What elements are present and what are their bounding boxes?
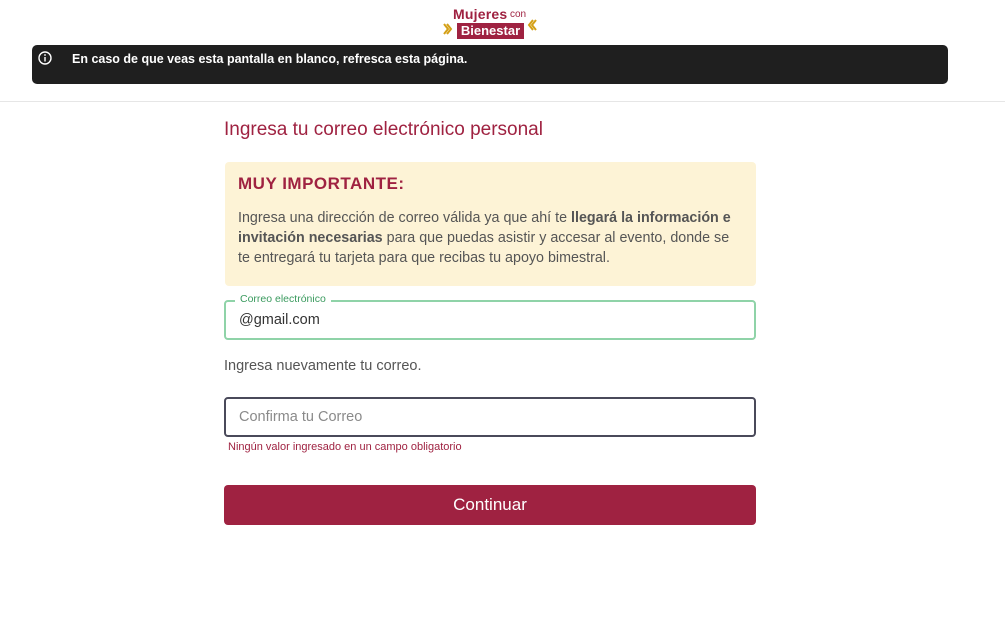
notice-body: Ingresa una dirección de correo válida y… — [238, 208, 743, 268]
banner-text: En caso de que veas esta pantalla en bla… — [72, 52, 468, 66]
logo-text-con: con — [510, 9, 527, 20]
confirm-email-field[interactable] — [224, 397, 756, 437]
email-field[interactable]: Correo electrónico — [224, 293, 756, 340]
logo-text-bienestar: Bienestar — [457, 23, 524, 39]
info-icon — [38, 51, 52, 65]
logo-right-mark-icon — [527, 19, 537, 31]
confirm-helper-text: Ingresa nuevamente tu correo. — [224, 358, 422, 374]
page-title: Ingresa tu correo electrónico personal — [224, 119, 543, 140]
notice-body-part1: Ingresa una dirección de correo válida y… — [238, 210, 572, 226]
mujeres-con-bienestar-logo[interactable]: Mujeres con Bienestar — [443, 6, 539, 40]
continue-button[interactable]: Continuar — [224, 485, 756, 525]
important-notice: MUY IMPORTANTE: Ingresa una dirección de… — [225, 162, 756, 286]
confirm-email-input[interactable] — [239, 399, 739, 435]
email-input[interactable] — [239, 302, 739, 338]
notice-title: MUY IMPORTANTE: — [238, 174, 405, 193]
refresh-notice-banner: En caso de que veas esta pantalla en bla… — [32, 45, 948, 84]
required-field-error: Ningún valor ingresado en un campo oblig… — [228, 441, 462, 453]
logo-text-mujeres: Mujeres — [453, 6, 508, 22]
header: Mujeres con Bienestar En caso de que vea… — [0, 0, 1005, 102]
logo-left-mark-icon — [443, 23, 453, 35]
